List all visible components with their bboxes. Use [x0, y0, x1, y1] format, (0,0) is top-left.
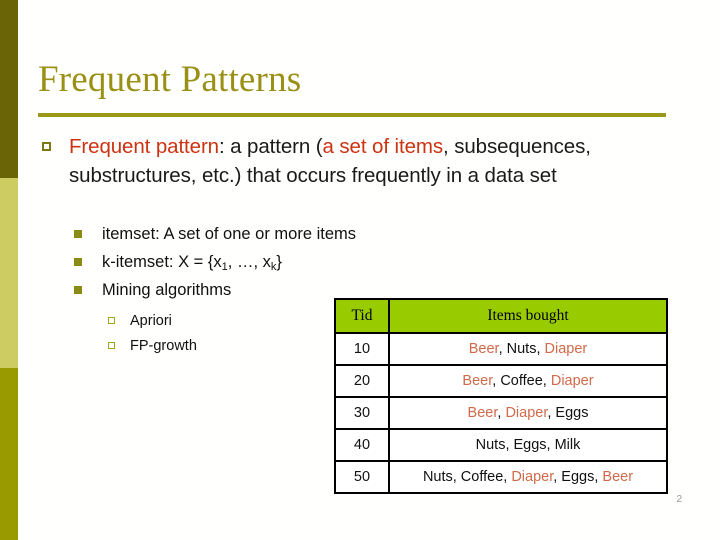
bullet-level2-k-itemset-label: k-itemset: X = {x1, …, xk}: [102, 253, 282, 273]
item-token: Diaper: [544, 341, 588, 357]
column-header-tid: Tid: [334, 298, 390, 334]
slide-title: Frequent Patterns: [38, 59, 302, 100]
table-header-row: Tid Items bought: [334, 298, 668, 334]
bullet-segment-a-set-of-items: a set of items: [322, 135, 444, 158]
bullet-segment-a-pattern: : a pattern (: [218, 135, 323, 158]
bullet-level1-text: Frequent pattern: a pattern (a set of it…: [69, 132, 680, 190]
cell-tid: 10: [334, 332, 390, 366]
left-decorative-stripe: [0, 0, 18, 540]
filled-square-bullet-icon: [74, 286, 82, 294]
bullet-level2-itemset: itemset: A set of one or more items: [74, 222, 504, 247]
bullet-level3-fp-growth: FP-growth: [108, 335, 338, 357]
item-token: Nuts, Eggs, Milk: [475, 437, 581, 453]
item-token: Beer: [467, 405, 498, 421]
item-token: , Eggs,: [553, 469, 603, 485]
transaction-table-head: Tid Items bought: [334, 298, 668, 334]
cell-items: Nuts, Coffee, Diaper, Eggs, Beer: [388, 460, 668, 494]
stripe-segment-bottom: [0, 368, 18, 540]
hollow-square-bullet-icon: [42, 142, 51, 151]
page-number: 2: [676, 494, 682, 505]
table-row: 20 Beer, Coffee, Diaper: [334, 364, 668, 398]
bullet-segment-frequent-pattern: Frequent pattern: [69, 135, 219, 158]
filled-square-bullet-icon: [74, 230, 82, 238]
item-token: , Nuts,: [498, 341, 545, 357]
stripe-segment-middle: [0, 178, 18, 368]
bullet-level2-group: itemset: A set of one or more items k-it…: [74, 222, 504, 306]
item-token: Diaper: [505, 405, 548, 421]
item-token: , Coffee,: [492, 373, 551, 389]
bullet-level1: Frequent pattern: a pattern (a set of it…: [40, 132, 680, 190]
table-row: 40 Nuts, Eggs, Milk: [334, 428, 668, 462]
table-row: 10 Beer, Nuts, Diaper: [334, 332, 668, 366]
column-header-items-bought: Items bought: [388, 298, 668, 334]
item-token: Beer: [462, 373, 493, 389]
bullet-level3-group: Apriori FP-growth: [108, 310, 338, 360]
cell-items: Beer, Diaper, Eggs: [388, 396, 668, 430]
transaction-table-wrapper: Tid Items bought 10 Beer, Nuts, Diaper 2…: [334, 298, 668, 494]
slide-canvas: Frequent Patterns Frequent pattern: a pa…: [0, 0, 720, 540]
bullet-level2-itemset-label: itemset: A set of one or more items: [102, 225, 357, 243]
hollow-square-bullet-icon: [108, 342, 115, 349]
item-token: Diaper: [511, 469, 554, 485]
stripe-segment-top: [0, 0, 18, 178]
table-row: 30 Beer, Diaper, Eggs: [334, 396, 668, 430]
hollow-square-bullet-icon: [108, 317, 115, 324]
cell-tid: 50: [334, 460, 390, 494]
table-row: 50 Nuts, Coffee, Diaper, Eggs, Beer: [334, 460, 668, 494]
item-token: Beer: [602, 469, 634, 485]
bullet-level3-apriori-label: Apriori: [130, 313, 172, 329]
transaction-table: Tid Items bought 10 Beer, Nuts, Diaper 2…: [334, 298, 668, 494]
bullet-level3-fp-growth-label: FP-growth: [130, 338, 197, 354]
item-token: , Eggs: [547, 405, 589, 421]
item-token: Beer: [468, 341, 499, 357]
filled-square-bullet-icon: [74, 258, 82, 266]
cell-items: Beer, Coffee, Diaper: [388, 364, 668, 398]
item-token: Diaper: [550, 373, 594, 389]
cell-tid: 30: [334, 396, 390, 430]
transaction-table-body: 10 Beer, Nuts, Diaper 20 Beer, Coffee, D…: [334, 332, 668, 494]
cell-tid: 20: [334, 364, 390, 398]
item-token: Nuts, Coffee,: [422, 469, 512, 485]
cell-items: Beer, Nuts, Diaper: [388, 332, 668, 366]
bullet-level2-k-itemset: k-itemset: X = {x1, …, xk}: [74, 250, 504, 275]
bullet-level3-apriori: Apriori: [108, 310, 338, 332]
bullet-level2-mining-algorithms-label: Mining algorithms: [102, 281, 232, 299]
cell-items: Nuts, Eggs, Milk: [388, 428, 668, 462]
cell-tid: 40: [334, 428, 390, 462]
title-divider-rule: [38, 113, 666, 117]
